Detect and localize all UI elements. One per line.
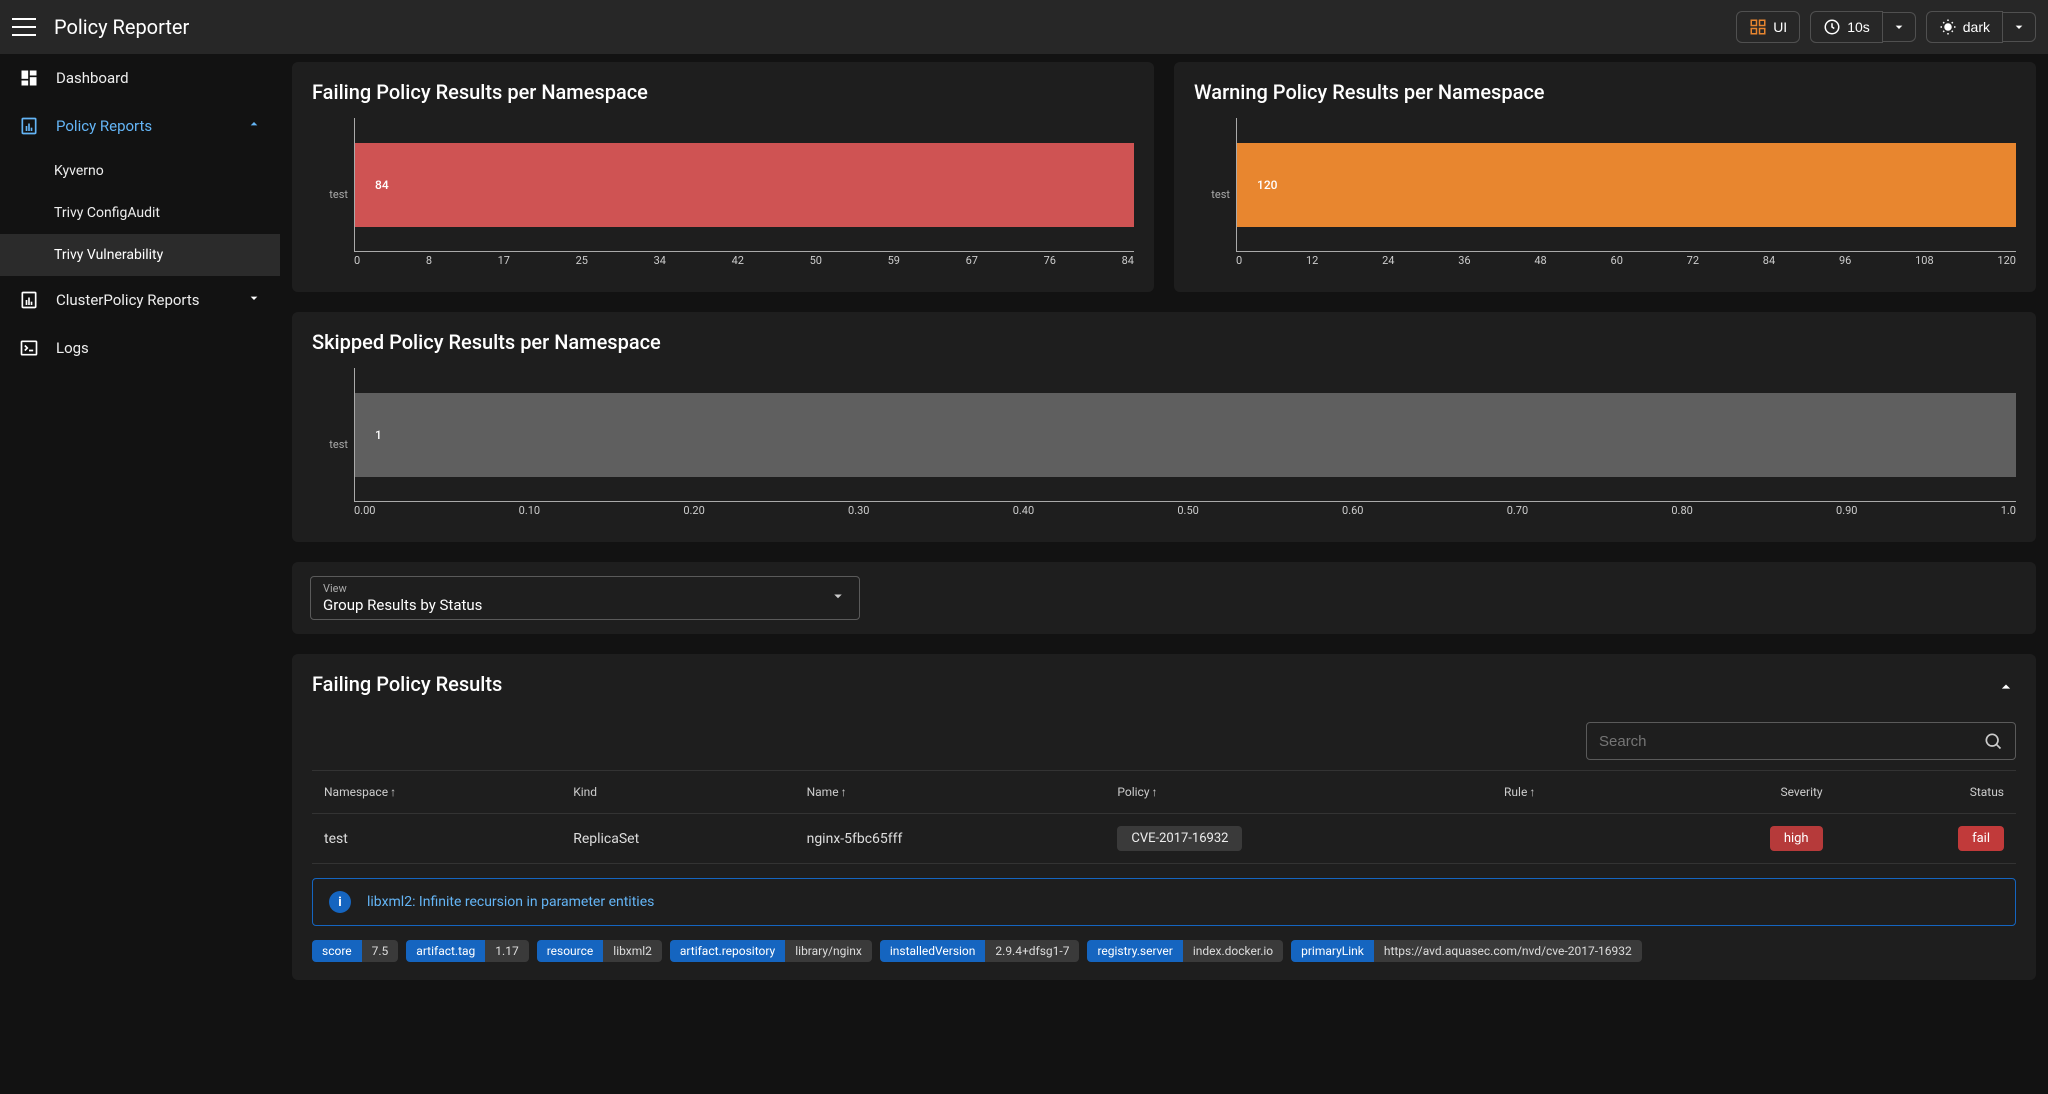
x-ticks: 01224364860728496108120: [1236, 254, 2016, 274]
search-input[interactable]: [1586, 722, 2016, 760]
logs-icon: [18, 337, 40, 359]
severity-chip: high: [1770, 826, 1823, 851]
topbar: Policy Reporter UI 10s dark: [0, 0, 2048, 54]
chart-skipped: test 1 0.000.100.200.300.400.500.600.700…: [312, 364, 2016, 524]
sidebar-item-label: Trivy Vulnerability: [54, 247, 163, 263]
tag-registry-server: registry.serverindex.docker.io: [1087, 940, 1283, 962]
panel-failing-namespace: Failing Policy Results per Namespace tes…: [292, 62, 1154, 292]
sidebar-item-label: ClusterPolicy Reports: [56, 291, 200, 309]
view-select-panel: View Group Results by Status: [292, 562, 2036, 634]
tag-primaryLink: primaryLinkhttps://avd.aquasec.com/nvd/c…: [1291, 940, 1642, 962]
x-ticks: 08172534425059677684: [354, 254, 1134, 274]
sort-asc-icon: ↑: [390, 785, 396, 799]
dashboard-icon: [18, 67, 40, 89]
x-ticks: 0.000.100.200.300.400.500.600.700.800.90…: [354, 504, 2016, 524]
bar-test[interactable]: 120: [1237, 143, 2016, 226]
theme-icon: [1939, 18, 1957, 36]
sidebar-item-dashboard[interactable]: Dashboard: [0, 54, 280, 102]
sidebar-item-kyverno[interactable]: Kyverno: [0, 150, 280, 192]
panel-title: Failing Policy Results: [312, 672, 502, 696]
refresh-dropdown-caret[interactable]: [1883, 12, 1916, 42]
refresh-interval-selector[interactable]: 10s: [1810, 11, 1916, 43]
app-title: Policy Reporter: [54, 15, 189, 39]
sidebar-item-trivy-vulnerability[interactable]: Trivy Vulnerability: [0, 234, 280, 276]
tag-artifact-repository: artifact.repositorylibrary/nginx: [670, 940, 872, 962]
report-icon: [18, 115, 40, 137]
col-kind[interactable]: Kind: [561, 771, 794, 814]
col-rule[interactable]: Rule↑: [1492, 771, 1635, 814]
ui-icon: [1749, 18, 1767, 36]
sort-asc-icon: ↑: [1152, 785, 1158, 799]
sidebar-item-trivy-configaudit[interactable]: Trivy ConfigAudit: [0, 192, 280, 234]
hamburger-icon[interactable]: [12, 18, 36, 36]
ui-toggle-button[interactable]: UI: [1736, 11, 1800, 43]
content: Failing Policy Results per Namespace tes…: [280, 54, 2048, 1094]
panel-skipped-namespace: Skipped Policy Results per Namespace tes…: [292, 312, 2036, 542]
theme-dropdown-caret[interactable]: [2003, 12, 2036, 42]
sidebar-item-label: Dashboard: [56, 69, 129, 87]
view-select[interactable]: View Group Results by Status: [310, 576, 860, 620]
policy-chip: CVE-2017-16932: [1117, 826, 1242, 851]
chevron-down-icon: [246, 290, 262, 310]
table-row[interactable]: test ReplicaSet nginx-5fbc65fff CVE-2017…: [312, 814, 2016, 864]
info-banner: i libxml2: Infinite recursion in paramet…: [312, 878, 2016, 926]
panel-failing-results: Failing Policy Results Namespace↑: [292, 654, 2036, 980]
table-header-row: Namespace↑ Kind Name↑ Policy↑ Rule↑ Seve…: [312, 771, 2016, 814]
panel-title: Warning Policy Results per Namespace: [1194, 80, 2016, 104]
tag-artifact-tag: artifact.tag1.17: [406, 940, 528, 962]
panel-warning-namespace: Warning Policy Results per Namespace tes…: [1174, 62, 2036, 292]
sidebar-item-label: Logs: [56, 339, 89, 357]
bar-test[interactable]: 1: [355, 393, 2016, 476]
bar-test[interactable]: 84: [355, 143, 1134, 226]
sidebar: Dashboard Policy Reports Kyverno Trivy C…: [0, 54, 280, 1094]
sidebar-item-logs[interactable]: Logs: [0, 324, 280, 372]
col-policy[interactable]: Policy↑: [1105, 771, 1492, 814]
sidebar-item-label: Policy Reports: [56, 117, 152, 135]
chevron-down-icon: [829, 587, 847, 609]
chevron-down-icon: [2011, 19, 2027, 35]
search-icon: [1983, 731, 2003, 751]
info-icon: i: [329, 891, 351, 913]
results-table: Namespace↑ Kind Name↑ Policy↑ Rule↑ Seve…: [312, 771, 2016, 864]
sidebar-item-clusterpolicy-reports[interactable]: ClusterPolicy Reports: [0, 276, 280, 324]
sidebar-item-policy-reports[interactable]: Policy Reports: [0, 102, 280, 150]
chevron-down-icon: [1891, 19, 1907, 35]
collapse-button[interactable]: [1996, 677, 2016, 701]
tag-installedVersion: installedVersion2.9.4+dfsg1-7: [880, 940, 1080, 962]
sidebar-item-label: Kyverno: [54, 163, 104, 179]
chart-failing: test 84 08172534425059677684: [312, 114, 1134, 274]
sidebar-item-label: Trivy ConfigAudit: [54, 205, 160, 221]
col-name[interactable]: Name↑: [795, 771, 1106, 814]
sort-asc-icon: ↑: [1529, 785, 1535, 799]
chevron-up-icon: [246, 116, 262, 136]
tags-row: score7.5 artifact.tag1.17 resourcelibxml2 a…: [312, 940, 2016, 962]
col-namespace[interactable]: Namespace↑: [312, 771, 561, 814]
col-severity[interactable]: Severity: [1635, 771, 1834, 814]
cluster-report-icon: [18, 289, 40, 311]
tag-score: score7.5: [312, 940, 398, 962]
clock-icon: [1823, 18, 1841, 36]
sort-asc-icon: ↑: [841, 785, 847, 799]
chart-warning: test 120 01224364860728496108120: [1194, 114, 2016, 274]
status-chip: fail: [1958, 826, 2004, 851]
col-status[interactable]: Status: [1835, 771, 2016, 814]
tag-resource: resourcelibxml2: [537, 940, 662, 962]
panel-title: Skipped Policy Results per Namespace: [312, 330, 2016, 354]
theme-selector[interactable]: dark: [1926, 11, 2036, 43]
vuln-description-link[interactable]: libxml2: Infinite recursion in parameter…: [367, 894, 654, 910]
panel-title: Failing Policy Results per Namespace: [312, 80, 1134, 104]
